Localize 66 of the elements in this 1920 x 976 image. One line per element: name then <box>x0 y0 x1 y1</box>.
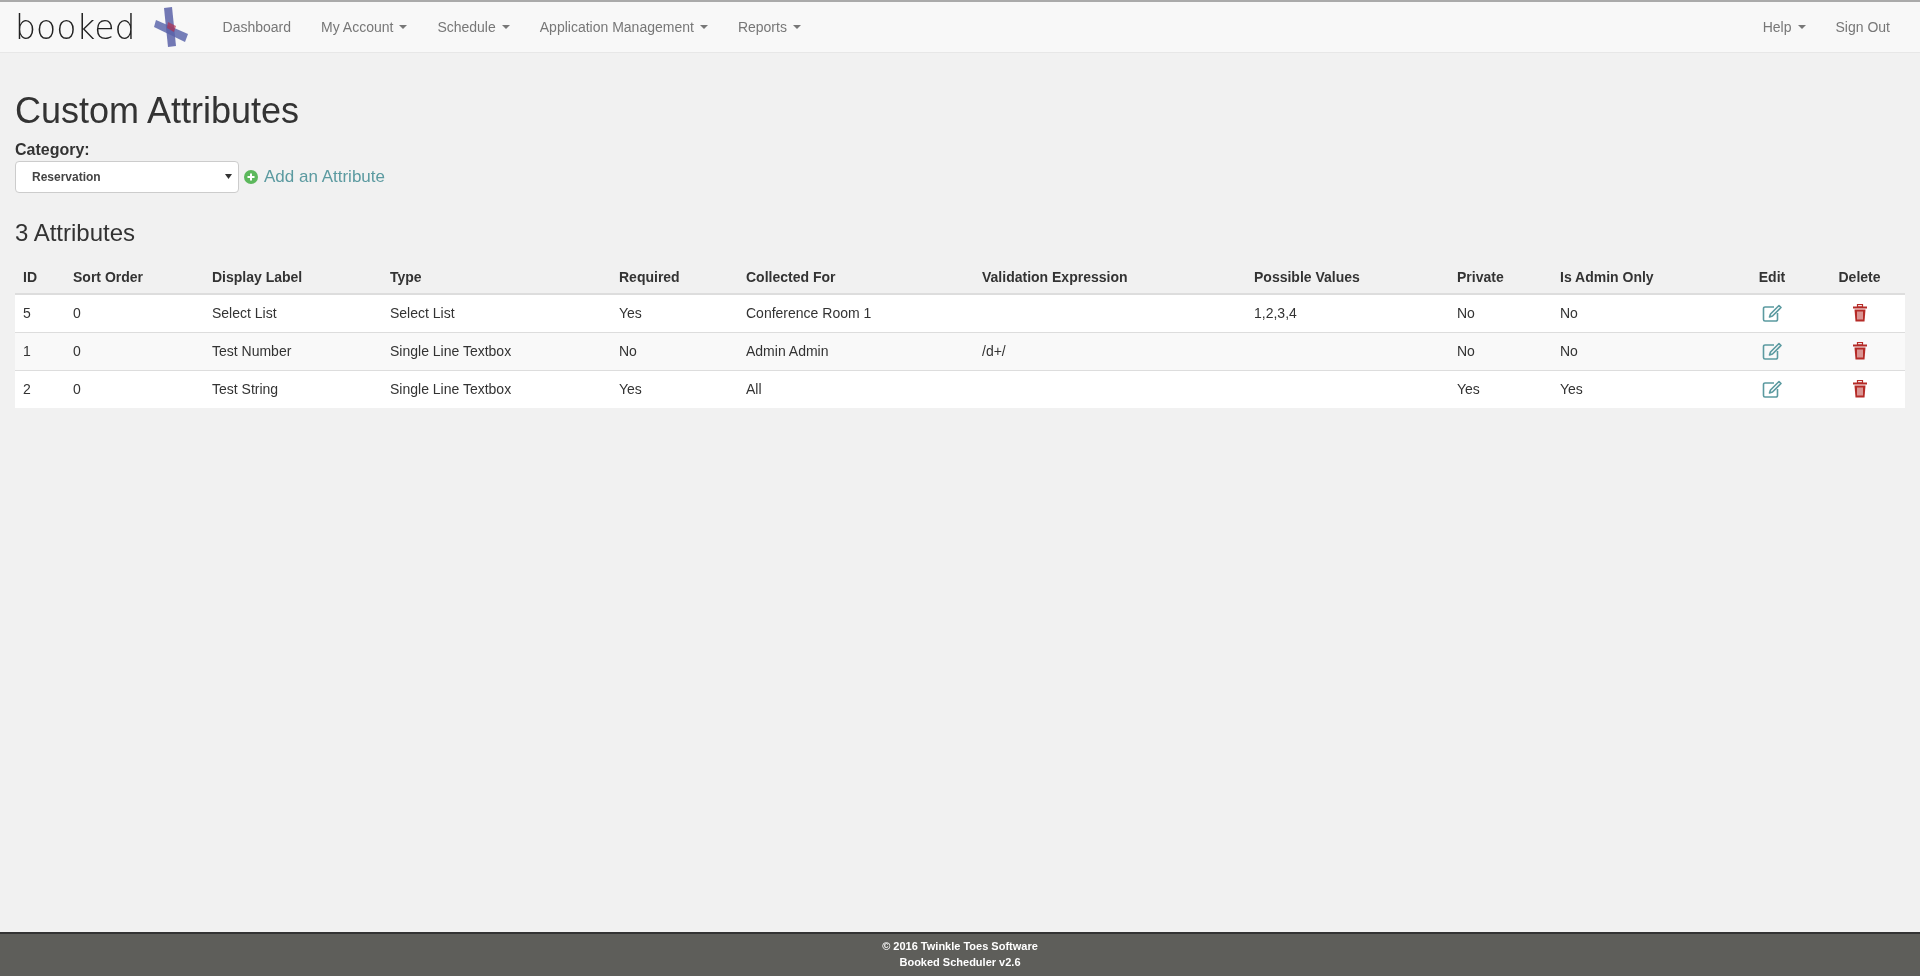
table-cell: Single Line Textbox <box>390 381 512 398</box>
column-header: Sort Order <box>65 260 204 294</box>
table-cell: Single Line Textbox <box>390 343 512 360</box>
table-cell: Test Number <box>212 343 292 360</box>
caret-icon <box>399 25 408 29</box>
column-header: Type <box>382 260 611 294</box>
table-cell: No <box>1560 343 1578 360</box>
column-header: Is Admin Only <box>1552 260 1730 294</box>
table-cell: All <box>746 381 762 398</box>
table-cell: No <box>619 343 637 360</box>
trash-icon[interactable] <box>1851 304 1868 323</box>
column-header: Private <box>1449 260 1552 294</box>
nav-dropdown[interactable]: Schedule <box>422 4 525 50</box>
table-cell: 0 <box>73 305 81 322</box>
table-cell: Select List <box>212 305 277 322</box>
nav-dropdown[interactable]: Reports <box>722 4 816 50</box>
table-cell: Test String <box>212 381 279 398</box>
nav-link[interactable]: Sign Out <box>1820 4 1905 50</box>
table-cell: 0 <box>73 343 81 360</box>
table-cell: 5 <box>23 305 31 322</box>
trash-icon[interactable] <box>1851 380 1868 399</box>
column-header: Validation Expression <box>974 260 1246 294</box>
table-cell: /d+/ <box>982 343 1006 360</box>
table-cell: 1 <box>23 343 31 360</box>
edit-icon[interactable] <box>1762 380 1782 399</box>
column-header: Display Label <box>204 260 382 294</box>
column-header: Edit <box>1730 260 1814 294</box>
footer-text: Booked Scheduler v2.6 <box>898 955 1022 970</box>
caret-icon <box>1797 25 1806 29</box>
caret-icon <box>225 174 232 180</box>
table-cell: Conference Room 1 <box>746 305 872 322</box>
column-header: ID <box>15 260 65 294</box>
category-dropdown[interactable]: Reservation <box>15 160 239 193</box>
caret-icon <box>699 25 708 29</box>
table-cell: Yes <box>1457 381 1480 398</box>
table-cell: Yes <box>619 305 642 322</box>
brand-logo-text[interactable]: booked <box>15 7 136 47</box>
caret-icon <box>501 25 510 29</box>
plus-circle-icon <box>244 169 258 184</box>
column-header: Delete <box>1814 260 1905 294</box>
table-cell: 2 <box>23 381 31 398</box>
edit-icon[interactable] <box>1762 304 1782 323</box>
page-title: Custom Attributes <box>15 91 301 131</box>
table-cell: No <box>1457 305 1475 322</box>
nav-dropdown[interactable]: My Account <box>306 4 423 50</box>
table-cell: 0 <box>73 381 81 398</box>
column-header: Possible Values <box>1246 260 1449 294</box>
edit-icon[interactable] <box>1762 342 1782 361</box>
table-cell: No <box>1560 305 1578 322</box>
add-attribute-link[interactable]: Add an Attribute <box>244 166 385 187</box>
table-cell: Yes <box>1560 381 1583 398</box>
table-cell: Admin Admin <box>746 343 829 360</box>
nav-link[interactable]: Dashboard <box>207 4 306 50</box>
trash-icon[interactable] <box>1851 342 1868 361</box>
table-cell: 1,2,3,4 <box>1254 305 1297 322</box>
table-cell: No <box>1457 343 1475 360</box>
table-cell: Select List <box>390 305 455 322</box>
column-header: Collected For <box>738 260 974 294</box>
nav-dropdown[interactable]: Help <box>1747 4 1821 50</box>
footer-text: © 2016 Twinkle Toes Software <box>881 939 1039 954</box>
attributes-count-heading: 3 Attributes <box>15 218 137 247</box>
nav-dropdown[interactable]: Application Management <box>524 4 723 50</box>
table-cell: Yes <box>619 381 642 398</box>
column-header: Required <box>611 260 738 294</box>
caret-icon <box>792 25 801 29</box>
category-label: Category: <box>15 140 91 159</box>
